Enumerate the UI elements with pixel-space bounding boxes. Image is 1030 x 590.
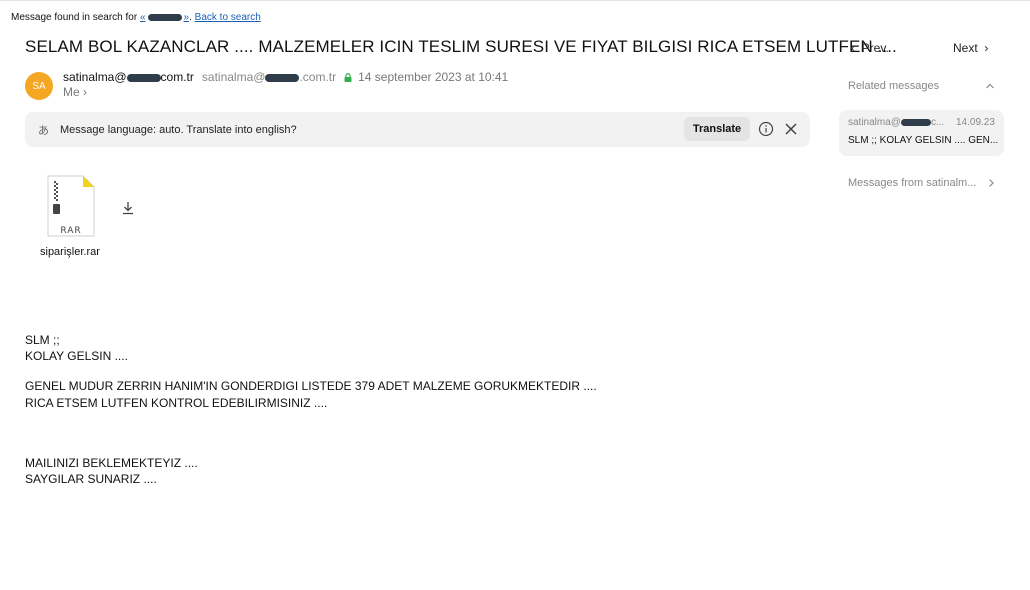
svg-text:あ: あ	[38, 124, 49, 137]
search-context-bar: Message found in search for «». Back to …	[11, 12, 261, 23]
archive-file-icon: RAR	[47, 175, 95, 237]
sender-email[interactable]: satinalma@ .com.tr	[202, 70, 336, 84]
message-subject: SELAM BOL KAZANCLAR .... MALZEMELER ICIN…	[25, 37, 897, 56]
search-separator: .	[189, 12, 192, 23]
chevron-right-icon: ›	[977, 41, 989, 55]
related-message-item[interactable]: satinalma@ c... 14.09.23 SLM ;; KOLAY GEL…	[839, 110, 1004, 156]
sender-line: satinalma@ com.tr satinalma@ .com.tr 14 se…	[63, 70, 508, 84]
search-query[interactable]: «»	[140, 12, 189, 23]
search-prefix: Message found in search for	[11, 12, 138, 23]
next-label: Next	[953, 41, 978, 55]
body-line: RICA ETSEM LUTFEN KONTROL EDEBILIRMISINI…	[25, 396, 328, 410]
attachment[interactable]: RAR siparişler.rar	[25, 172, 115, 262]
back-to-search-link[interactable]: Back to search	[195, 12, 261, 23]
body-line: GENEL MUDUR ZERRIN HANIM'IN GONDERDIGI L…	[25, 379, 597, 393]
lock-icon	[344, 72, 352, 82]
messages-from-label: Messages from satinalm...	[848, 177, 977, 189]
prev-label: Prev.	[861, 41, 889, 55]
body-line: MAILINIZI BEKLEMEKTEYIZ ....	[25, 456, 198, 470]
related-message-subject: SLM ;; KOLAY GELSIN .... GEN...	[848, 135, 999, 146]
recipient-toggle[interactable]: Me ›	[63, 85, 87, 99]
translate-icon: あ	[38, 124, 49, 137]
related-messages-title: Related messages	[848, 80, 940, 92]
recipient-label: Me	[63, 85, 80, 99]
messages-from-sender-link[interactable]: Messages from satinalm...	[848, 177, 995, 189]
file-type-label: RAR	[60, 226, 81, 236]
download-icon[interactable]	[121, 200, 135, 216]
info-icon[interactable]	[758, 121, 774, 137]
body-line: SLM ;;	[25, 333, 60, 347]
body-line: KOLAY GELSIN ....	[25, 349, 128, 363]
related-message-date: 14.09.23	[956, 117, 995, 128]
avatar[interactable]: SA	[25, 72, 53, 100]
translate-button[interactable]: Translate	[684, 117, 750, 141]
message-date: 14 september 2023 at 10:41	[358, 70, 509, 84]
translate-bar: あ Message language: auto. Translate into…	[25, 112, 810, 147]
avatar-initials: SA	[32, 80, 46, 92]
chevron-right-icon: ›	[83, 85, 88, 99]
top-divider	[0, 0, 1030, 1]
translate-prompt: Message language: auto. Translate into e…	[60, 123, 297, 136]
related-message-sender: satinalma@ c...	[848, 117, 945, 128]
chevron-left-icon: ‹	[851, 41, 862, 55]
body-line: SAYGILAR SUNARIZ ....	[25, 472, 157, 486]
related-messages-toggle[interactable]: Related messages	[848, 80, 995, 92]
sender-name[interactable]: satinalma@ com.tr	[63, 70, 194, 84]
chevron-right-icon	[989, 179, 994, 187]
chevron-up-icon	[986, 83, 994, 89]
attachment-name[interactable]: siparişler.rar	[40, 246, 100, 258]
prev-message-button[interactable]: ‹ Prev.	[851, 41, 889, 55]
next-message-button[interactable]: Next ›	[953, 41, 988, 55]
close-icon[interactable]	[783, 121, 799, 137]
